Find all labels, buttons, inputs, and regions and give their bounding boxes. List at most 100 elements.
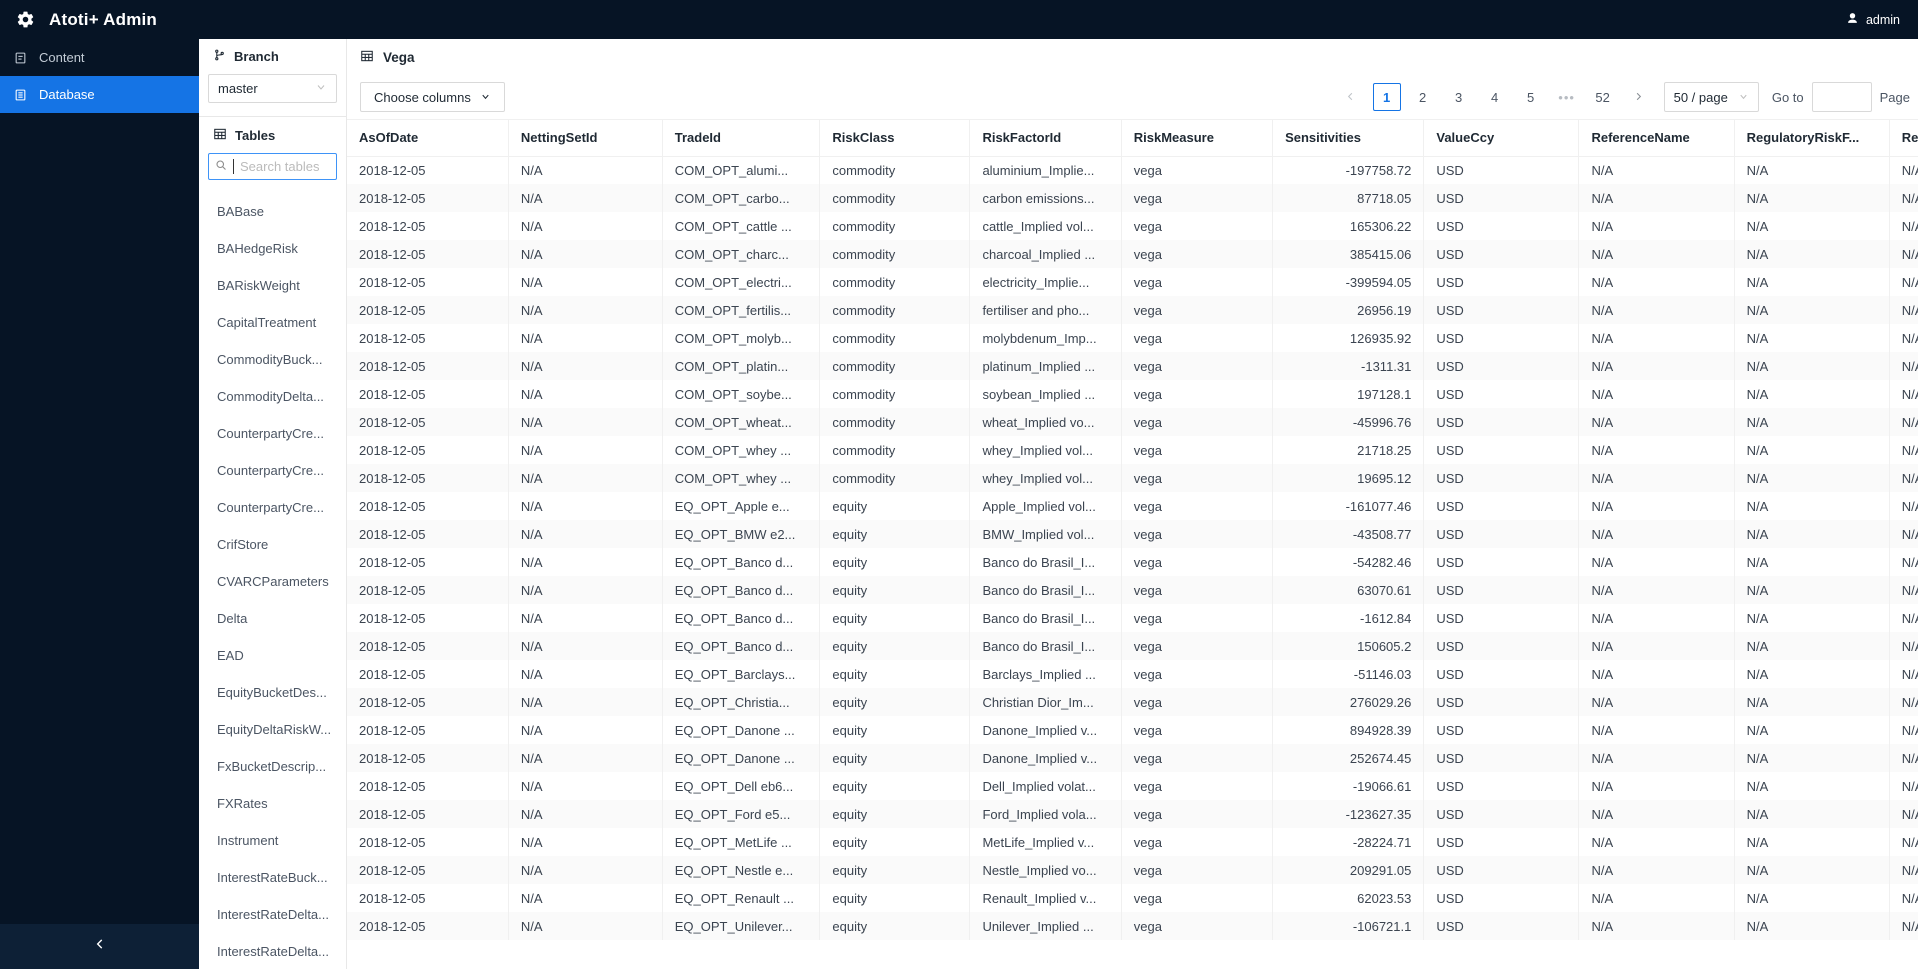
column-header-regulatoryriskfactor[interactable]: RegulatoryRiskF... — [1734, 120, 1890, 157]
table-row[interactable]: 2018-12-05 N/A EQ_OPT_Apple e... equity Appl… — [347, 492, 1918, 520]
list-item[interactable]: CommodityBuck... — [199, 341, 346, 378]
pagination-page-1[interactable]: 1 — [1372, 83, 1401, 111]
list-item[interactable]: BAHedgeRisk — [199, 230, 346, 267]
list-item[interactable]: EquityBucketDes... — [199, 674, 346, 711]
page-size-select[interactable]: 50 / page — [1663, 82, 1759, 112]
choose-columns-button[interactable]: Choose columns — [360, 82, 505, 112]
list-item[interactable]: FXRates — [199, 785, 346, 822]
table-row[interactable]: 2018-12-05 N/A EQ_OPT_Dell eb6... equity Del… — [347, 772, 1918, 800]
table-row[interactable]: 2018-12-05 N/A COM_OPT_wheat... commodity wh… — [347, 408, 1918, 436]
column-header-valueccy[interactable]: ValueCcy — [1423, 120, 1580, 157]
list-item[interactable]: Delta — [199, 600, 346, 637]
table-row[interactable]: 2018-12-05 N/A EQ_OPT_Barclays... equity Bar… — [347, 660, 1918, 688]
user-icon — [1846, 12, 1859, 28]
search-tables-box[interactable] — [208, 153, 337, 180]
table-cell: N/A — [1734, 240, 1890, 268]
list-item[interactable]: BARiskWeight — [199, 267, 346, 304]
pagination-page-3[interactable]: 3 — [1445, 83, 1473, 111]
table-row[interactable]: 2018-12-05 N/A COM_OPT_whey ... commodity wh… — [347, 464, 1918, 492]
table-row[interactable]: 2018-12-05 N/A EQ_OPT_Christia... equity Chr… — [347, 688, 1918, 716]
pagination-prev-button[interactable] — [1337, 83, 1365, 111]
table-row[interactable]: 2018-12-05 N/A EQ_OPT_Unilever... equity Uni… — [347, 912, 1918, 940]
pagination-ellipsis[interactable]: ••• — [1553, 83, 1581, 111]
list-item[interactable]: CVARCParameters — [199, 563, 346, 600]
data-grid-wrapper[interactable]: AsOfDate NettingSetId TradeId RiskClass … — [347, 119, 1918, 964]
pagination-last-page[interactable]: 52 — [1589, 83, 1617, 111]
table-row[interactable]: 2018-12-05 N/A COM_OPT_fertilis... commodit… — [347, 296, 1918, 324]
table-cell: N/A — [1578, 632, 1735, 660]
pagination-next-button[interactable] — [1625, 83, 1653, 111]
column-header-riskfactorid[interactable]: RiskFactorId — [969, 120, 1122, 157]
pagination-page-4[interactable]: 4 — [1481, 83, 1509, 111]
table-cell: N/A — [1578, 156, 1735, 184]
table-cell: whey_Implied vol... — [969, 436, 1122, 464]
table-row[interactable]: 2018-12-05 N/A COM_OPT_molyb... commodity mo… — [347, 324, 1918, 352]
list-item[interactable]: CapitalTreatment — [199, 304, 346, 341]
table-cell: EQ_OPT_MetLife ... — [662, 828, 821, 856]
table-row[interactable]: 2018-12-05 N/A EQ_OPT_Danone ... equity Dano… — [347, 716, 1918, 744]
table-row[interactable]: 2018-12-05 N/A COM_OPT_carbo... commodity ca… — [347, 184, 1918, 212]
column-header-riskclass[interactable]: RiskClass — [819, 120, 971, 157]
table-cell: USD — [1423, 716, 1580, 744]
list-item[interactable]: InterestRateDelta... — [199, 896, 346, 933]
column-header-tradeid[interactable]: TradeId — [662, 120, 821, 157]
branch-select[interactable]: master — [208, 74, 337, 103]
sidebar-item-content[interactable]: Content — [0, 39, 199, 76]
table-row[interactable]: 2018-12-05 N/A EQ_OPT_Banco d... equity Banc… — [347, 548, 1918, 576]
column-header-nettingsetid[interactable]: NettingSetId — [508, 120, 663, 157]
sidebar-item-database[interactable]: Database — [0, 76, 199, 113]
table-row[interactable]: 2018-12-05 N/A EQ_OPT_Banco d... equity Banc… — [347, 632, 1918, 660]
search-input[interactable] — [240, 159, 330, 174]
table-cell: vega — [1121, 548, 1274, 576]
user-menu[interactable]: admin — [1846, 0, 1900, 39]
column-header-regulatorybucket[interactable]: RegulatoryBucket — [1889, 120, 1918, 157]
pagination-page-2[interactable]: 2 — [1409, 83, 1437, 111]
table-cell: N/A — [1734, 912, 1890, 940]
table-row[interactable]: 2018-12-05 N/A COM_OPT_platin... commodity p… — [347, 352, 1918, 380]
list-item[interactable]: BABase — [199, 193, 346, 230]
data-grid: AsOfDate NettingSetId TradeId RiskClass … — [347, 120, 1918, 940]
table-row[interactable]: 2018-12-05 N/A COM_OPT_charc... commodity ch… — [347, 240, 1918, 268]
collapse-sidebar-button[interactable] — [0, 924, 199, 969]
table-row[interactable]: 2018-12-05 N/A EQ_OPT_Banco d... equity Banc… — [347, 604, 1918, 632]
column-header-sensitivities[interactable]: Sensitivities — [1272, 120, 1425, 157]
table-row[interactable]: 2018-12-05 N/A EQ_OPT_Nestle e... equity Nes… — [347, 856, 1918, 884]
table-row[interactable]: 2018-12-05 N/A EQ_OPT_Danone ... equity Dano… — [347, 744, 1918, 772]
column-header-referencename[interactable]: ReferenceName — [1578, 120, 1735, 157]
table-list[interactable]: BABase BAHedgeRisk BARiskWeight CapitalT… — [199, 193, 346, 968]
list-item[interactable]: FxBucketDescrip... — [199, 748, 346, 785]
pagination-page-5[interactable]: 5 — [1517, 83, 1545, 111]
table-row[interactable]: 2018-12-05 N/A EQ_OPT_Ford e5... equity Ford… — [347, 800, 1918, 828]
table-row[interactable]: 2018-12-05 N/A EQ_OPT_MetLife ... equity Met… — [347, 828, 1918, 856]
list-item[interactable]: CommodityDelta... — [199, 378, 346, 415]
table-row[interactable]: 2018-12-05 N/A EQ_OPT_BMW e2... equity BMW_I… — [347, 520, 1918, 548]
table-row[interactable]: 2018-12-05 N/A COM_OPT_electri... commodity… — [347, 268, 1918, 296]
list-item[interactable]: CounterpartyCre... — [199, 452, 346, 489]
list-item[interactable]: CounterpartyCre... — [199, 489, 346, 526]
table-cell: 2018-12-05 — [347, 268, 509, 296]
table-cell: N/A — [508, 716, 663, 744]
gear-icon[interactable] — [16, 10, 35, 29]
list-item[interactable]: InterestRateBuck... — [199, 859, 346, 896]
table-row[interactable]: 2018-12-05 N/A COM_OPT_soybe... commodity so… — [347, 380, 1918, 408]
app-brand: Atoti+ Admin — [16, 10, 157, 30]
column-header-asofdate[interactable]: AsOfDate — [347, 120, 509, 157]
list-item[interactable]: Instrument — [199, 822, 346, 859]
list-item[interactable]: CounterpartyCre... — [199, 415, 346, 452]
table-cell: 2018-12-05 — [347, 436, 509, 464]
list-item[interactable]: EquityDeltaRiskW... — [199, 711, 346, 748]
table-cell: USD — [1423, 772, 1580, 800]
column-header-riskmeasure[interactable]: RiskMeasure — [1121, 120, 1274, 157]
list-item[interactable]: CrifStore — [199, 526, 346, 563]
table-cell: EQ_OPT_Dell eb6... — [662, 772, 821, 800]
table-row[interactable]: 2018-12-05 N/A EQ_OPT_Renault ... equity Ren… — [347, 884, 1918, 912]
list-item[interactable]: InterestRateDelta... — [199, 933, 346, 968]
list-item[interactable]: EAD — [199, 637, 346, 674]
table-row[interactable]: 2018-12-05 N/A COM_OPT_alumi... commodity al… — [347, 156, 1918, 184]
table-row[interactable]: 2018-12-05 N/A COM_OPT_whey ... commodity wh… — [347, 436, 1918, 464]
goto-page-input[interactable] — [1811, 82, 1872, 112]
table-cell: Apple_Implied vol... — [969, 492, 1122, 520]
table-row[interactable]: 2018-12-05 N/A EQ_OPT_Banco d... equity Banc… — [347, 576, 1918, 604]
table-cell: N/A — [1734, 184, 1890, 212]
table-row[interactable]: 2018-12-05 N/A COM_OPT_cattle ... commodity… — [347, 212, 1918, 240]
